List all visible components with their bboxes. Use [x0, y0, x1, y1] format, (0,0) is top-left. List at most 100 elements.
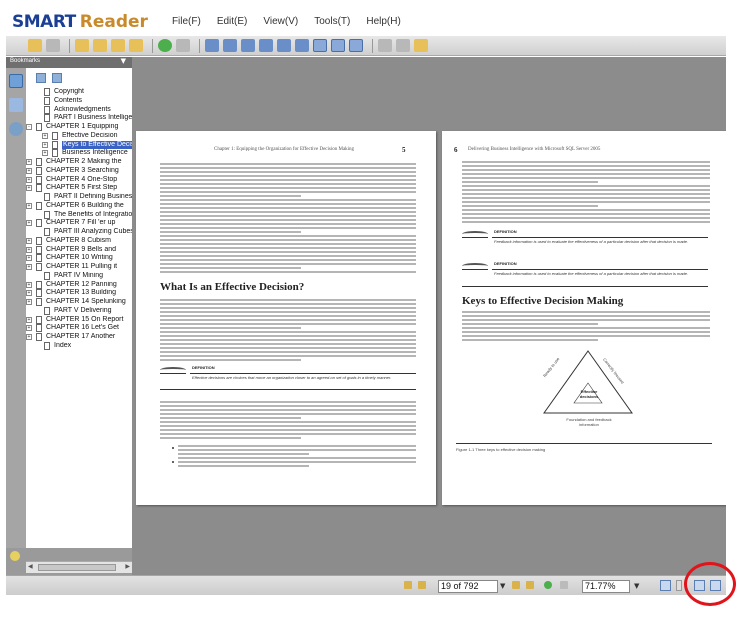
- bookmark-item[interactable]: Contents: [26, 96, 132, 106]
- continuous-view-icon[interactable]: [676, 580, 682, 591]
- menu-view[interactable]: View(V): [263, 16, 298, 27]
- expand-icon[interactable]: +: [42, 132, 48, 139]
- bookmark-item[interactable]: Acknowledgments: [26, 105, 132, 115]
- tab-pages-icon[interactable]: [9, 98, 23, 112]
- rotate-left-icon[interactable]: [295, 39, 309, 52]
- expand-icon[interactable]: +: [26, 264, 32, 270]
- bookmark-item[interactable]: + CHAPTER 4 One-Stop: [26, 175, 132, 185]
- go-forward-icon[interactable]: [560, 581, 568, 589]
- next-page-icon[interactable]: [111, 39, 125, 52]
- document-viewport[interactable]: Chapter 1: Equipping the Organization fo…: [132, 57, 726, 575]
- expand-icon[interactable]: +: [26, 255, 32, 262]
- next-page-icon[interactable]: [512, 581, 520, 589]
- bookmark-item[interactable]: + Business Intelligence: [26, 149, 132, 158]
- expand-icon[interactable]: +: [26, 316, 32, 323]
- previous-page-icon[interactable]: [93, 39, 107, 52]
- horizontal-scrollbar[interactable]: ◀ ▶: [26, 561, 132, 573]
- expand-icon[interactable]: +: [26, 325, 32, 332]
- print-icon[interactable]: [396, 39, 410, 52]
- expand-icon[interactable]: +: [26, 281, 32, 288]
- zoom-field[interactable]: 71.77%: [582, 580, 630, 593]
- bookmark-icon[interactable]: [414, 39, 428, 52]
- bookmark-item[interactable]: Copyright: [26, 88, 132, 97]
- first-page-icon[interactable]: [75, 39, 89, 52]
- bookmark-item[interactable]: + CHAPTER 8 Cubism: [26, 236, 132, 246]
- previous-page-icon[interactable]: [418, 581, 426, 589]
- menu-edit[interactable]: Edit(E): [217, 16, 248, 27]
- expand-icon[interactable]: +: [26, 202, 32, 209]
- menu-help[interactable]: Help(H): [366, 16, 400, 27]
- expand-icon[interactable]: +: [26, 246, 32, 253]
- menu-tools[interactable]: Tools(T): [314, 16, 350, 27]
- scroll-left-icon[interactable]: ◀: [28, 563, 33, 570]
- bookmark-item[interactable]: + CHAPTER 2 Making the: [26, 158, 132, 167]
- select-tool-icon[interactable]: [223, 39, 237, 52]
- bookmark-item[interactable]: + CHAPTER 6 Building the: [26, 201, 132, 211]
- scroll-right-icon[interactable]: ▶: [125, 563, 130, 570]
- hand-tool-icon[interactable]: [205, 39, 219, 52]
- bookmark-item[interactable]: Index: [26, 341, 132, 351]
- bookmark-item[interactable]: PART IV Mining: [26, 271, 132, 281]
- bookmark-item[interactable]: + CHAPTER 16 Let's Get: [26, 324, 132, 333]
- bookmark-item[interactable]: PART III Analyzing Cubes: [26, 228, 132, 237]
- bookmark-item[interactable]: + Effective Decision: [26, 131, 132, 141]
- bookmark-item[interactable]: + CHAPTER 11 Pulling it: [26, 263, 132, 272]
- bookmark-item[interactable]: + CHAPTER 13 Building: [26, 289, 132, 298]
- bookmark-item[interactable]: PART V Delivering: [26, 306, 132, 316]
- open-folder-icon[interactable]: [28, 39, 42, 52]
- expand-icon[interactable]: +: [26, 237, 32, 244]
- go-back-icon[interactable]: [544, 581, 552, 589]
- bookmark-item[interactable]: + CHAPTER 17 Another: [26, 333, 132, 342]
- page-dropdown-icon[interactable]: ▼: [500, 582, 505, 590]
- panel-menu-icon[interactable]: ▼: [121, 57, 126, 65]
- fit-width-icon[interactable]: [331, 39, 345, 52]
- tab-bookmarks-icon[interactable]: [9, 74, 23, 88]
- bookmark-options-icon[interactable]: [36, 73, 46, 83]
- bookmark-item[interactable]: + CHAPTER 14 Spelunking: [26, 298, 132, 307]
- scrollbar-thumb[interactable]: [38, 564, 116, 571]
- page-right[interactable]: Delivering Business Intelligence with Mi…: [442, 131, 726, 505]
- bookmark-item[interactable]: + CHAPTER 5 First Step: [26, 184, 132, 193]
- expand-icon[interactable]: +: [26, 159, 32, 165]
- page-left[interactable]: Chapter 1: Equipping the Organization fo…: [136, 131, 436, 505]
- zoom-in-icon[interactable]: [241, 39, 255, 52]
- expand-icon[interactable]: +: [26, 334, 32, 340]
- find-icon[interactable]: [378, 39, 392, 52]
- expand-icon[interactable]: +: [42, 141, 48, 148]
- bookmark-item[interactable]: PART II Defining Business: [26, 193, 132, 202]
- bookmark-item[interactable]: + CHAPTER 15 On Report: [26, 315, 132, 325]
- bookmark-item[interactable]: The Benefits of Integration: [26, 210, 132, 220]
- zoom-dropdown-icon[interactable]: ▼: [634, 582, 639, 590]
- bookmark-item[interactable]: + CHAPTER 10 Writing: [26, 254, 132, 263]
- first-page-icon[interactable]: [404, 581, 412, 589]
- menu-file[interactable]: File(F): [172, 16, 201, 27]
- bookmark-item[interactable]: - CHAPTER 1 Equipping: [26, 123, 132, 132]
- last-page-icon[interactable]: [129, 39, 143, 52]
- rotate-icon[interactable]: [277, 39, 291, 52]
- document-icon[interactable]: [46, 39, 60, 52]
- new-bookmark-icon[interactable]: [52, 73, 62, 83]
- bookmark-item[interactable]: + Keys to Effective Decision: [26, 140, 132, 150]
- expand-icon[interactable]: +: [42, 150, 48, 157]
- expand-icon[interactable]: +: [26, 167, 32, 174]
- back-icon[interactable]: [158, 39, 172, 52]
- tab-attachments-icon[interactable]: [9, 122, 23, 136]
- bookmark-item[interactable]: + CHAPTER 9 Bells and: [26, 245, 132, 255]
- actual-size-icon[interactable]: [349, 39, 363, 52]
- last-page-icon[interactable]: [526, 581, 534, 589]
- bookmark-item[interactable]: + CHAPTER 12 Panning: [26, 280, 132, 290]
- expand-icon[interactable]: +: [26, 299, 32, 305]
- collapse-icon[interactable]: -: [26, 124, 32, 130]
- expand-icon[interactable]: +: [26, 176, 32, 183]
- fit-page-icon[interactable]: [313, 39, 327, 52]
- bookmark-item[interactable]: + CHAPTER 3 Searching: [26, 166, 132, 176]
- expand-icon[interactable]: +: [26, 220, 32, 227]
- bookmark-item[interactable]: PART I Business Intelligence: [26, 114, 132, 123]
- zoom-out-icon[interactable]: [259, 39, 273, 52]
- forward-icon[interactable]: [176, 39, 190, 52]
- page-number-field[interactable]: 19 of 792: [438, 580, 498, 593]
- bookmark-item[interactable]: + CHAPTER 7 Fill 'er up: [26, 219, 132, 228]
- expand-icon[interactable]: +: [26, 290, 32, 297]
- expand-icon[interactable]: +: [26, 185, 32, 192]
- single-page-view-icon[interactable]: [660, 580, 671, 591]
